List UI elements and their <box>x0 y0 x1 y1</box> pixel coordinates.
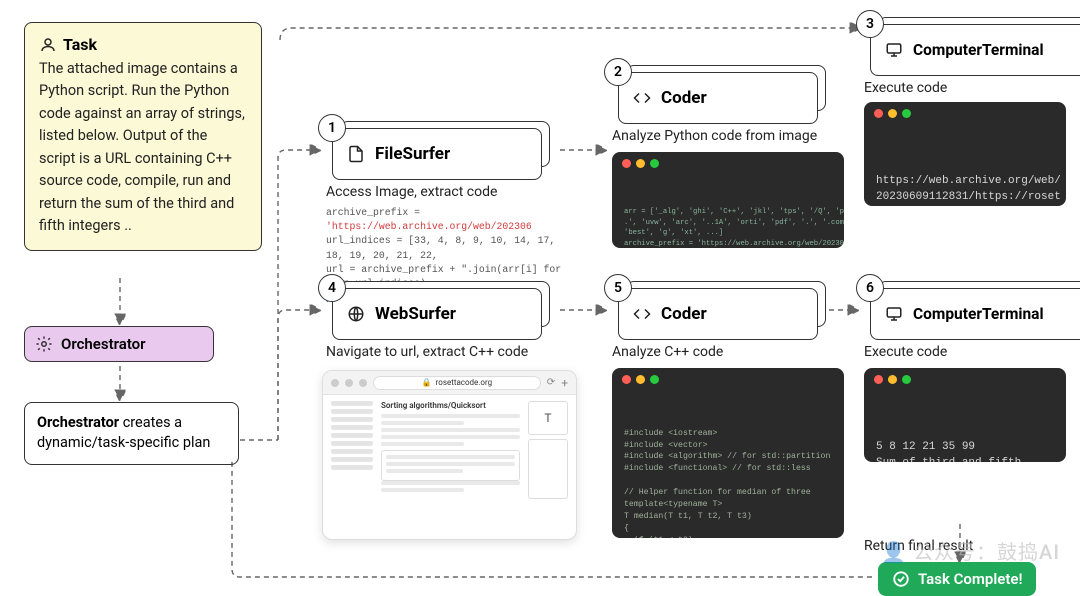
agent-coder-1-sub: Analyze Python code from image <box>612 128 817 144</box>
globe-icon <box>347 305 365 323</box>
agent-terminal-2: ComputerTerminal 6 <box>870 288 1080 340</box>
agent-websurfer-sub: Navigate to url, extract C++ code <box>326 344 528 360</box>
agent-filesurfer: FileSurfer 1 <box>332 128 542 180</box>
file-icon <box>347 145 365 163</box>
agent-terminal-2-sub: Execute code <box>864 344 947 360</box>
browser-refresh-icon: ⟳ <box>547 377 555 388</box>
code-icon <box>633 89 651 107</box>
coder1-terminal: arr = ['_alg', 'ghi', 'C++', 'jkl', 'tps… <box>612 152 844 248</box>
agent-name: Coder <box>661 88 707 108</box>
agent-terminal-1-sub: Execute code <box>864 80 947 96</box>
task-complete-label: Task Complete! <box>918 570 1022 588</box>
agent-name: ComputerTerminal <box>913 305 1044 323</box>
agent-coder-2-sub: Analyze C++ code <box>612 344 723 360</box>
step-number: 3 <box>856 10 884 38</box>
terminal-3-content: https://web.archive.org/web/ 20230609112… <box>876 174 1054 206</box>
letter-T-box: T <box>528 401 568 435</box>
task-text: The attached image contains a Python scr… <box>39 58 247 238</box>
browser-url: 🔒 rosettacode.org <box>373 376 541 390</box>
plan-card: Orchestrator creates a dynamic/task-spec… <box>24 402 239 465</box>
step-number: 6 <box>856 274 884 302</box>
orchestrator-label: Orchestrator <box>61 335 146 353</box>
agent-filesurfer-sub: Access Image, extract code <box>326 184 497 200</box>
agent-websurfer: WebSurfer 4 <box>332 288 542 340</box>
task-complete-badge: Task Complete! <box>878 562 1036 596</box>
agent-name: Coder <box>661 304 707 324</box>
step-number: 5 <box>604 274 632 302</box>
plan-bold: Orchestrator <box>37 414 119 431</box>
orchestrator-card: Orchestrator <box>24 326 214 362</box>
lock-icon: 🔒 <box>422 378 432 387</box>
agent-name: ComputerTerminal <box>913 41 1044 59</box>
browser-page-title: Sorting algorithms/Quicksort <box>381 401 520 410</box>
coder5-terminal: #include <iostream> #include <vector> #i… <box>612 368 844 538</box>
check-circle-icon <box>892 570 910 588</box>
task-header: Task <box>39 35 247 54</box>
terminal-3-output: https://web.archive.org/web/ 20230609112… <box>864 102 1066 206</box>
agent-terminal-1: ComputerTerminal 3 <box>870 24 1080 76</box>
monitor-icon <box>885 305 903 323</box>
task-label: Task <box>63 35 97 54</box>
coder5-terminal-content: #include <iostream> #include <vector> #i… <box>624 428 832 538</box>
terminal-6-content: 5 8 12 21 35 99 Sum of third and fifth e… <box>876 440 1054 462</box>
agent-name: WebSurfer <box>375 304 456 324</box>
browser-add-icon: + <box>561 376 568 390</box>
code-icon <box>633 305 651 323</box>
gear-icon <box>35 335 53 353</box>
agent-coder-2: Coder 5 <box>618 288 818 340</box>
step-number: 1 <box>318 114 346 142</box>
terminal-6-output: 5 8 12 21 35 99 Sum of third and fifth e… <box>864 368 1066 462</box>
agent-name: FileSurfer <box>375 144 450 164</box>
monitor-icon <box>885 41 903 59</box>
user-icon <box>39 36 57 54</box>
agent-coder-1: Coder 2 <box>618 72 818 124</box>
task-card: Task The attached image contains a Pytho… <box>24 22 262 251</box>
browser-preview: 🔒 rosettacode.org ⟳ + Sorting algorithms… <box>322 370 577 540</box>
step-number: 2 <box>604 58 632 86</box>
watermark: 👤 公众号：鼓捣AI <box>881 536 1060 565</box>
coder1-terminal-content: arr = ['_alg', 'ghi', 'C++', 'jkl', 'tps… <box>624 207 832 248</box>
step-number: 4 <box>318 274 346 302</box>
